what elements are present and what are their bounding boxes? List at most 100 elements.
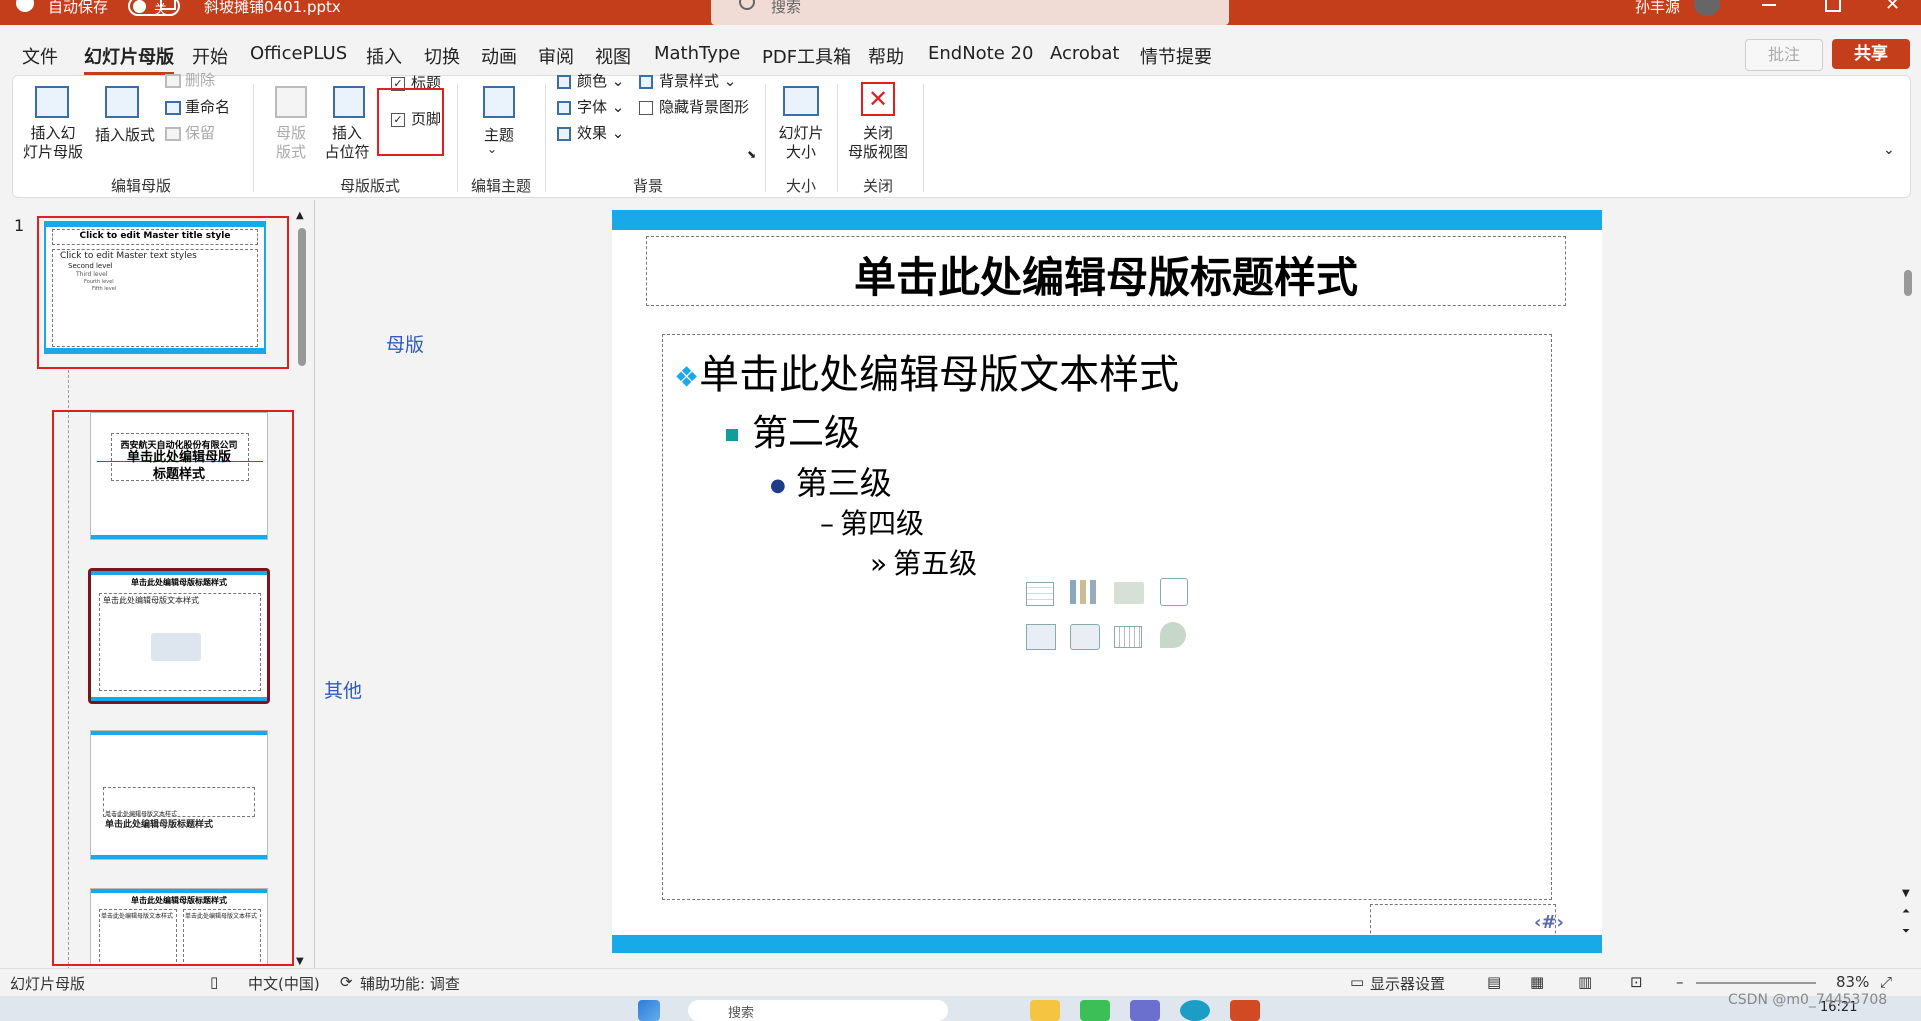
insert-3d-model-icon[interactable]: [1160, 578, 1188, 606]
notes-icon[interactable]: ▯: [210, 973, 218, 991]
slide-canvas[interactable]: 单击此处编辑母版标题样式 ❖单击此处编辑母版文本样式 第二级 ● 第三级 – 第四级…: [612, 210, 1602, 953]
file-name[interactable]: 斜坡摊铺0401.pptx: [204, 0, 341, 15]
tab-file[interactable]: 文件: [22, 43, 58, 69]
scroll-down-icon[interactable]: ▼: [296, 956, 304, 967]
restore-icon[interactable]: [1825, 0, 1841, 12]
insert-slide-master-button[interactable]: 插入幻 灯片母版: [23, 124, 83, 162]
hide-background-checkbox[interactable]: 隐藏背景图形: [639, 96, 749, 117]
annotation-box-layouts: [52, 410, 294, 966]
collapse-ribbon-icon[interactable]: ⌄: [1883, 142, 1895, 158]
search-box[interactable]: 搜索: [711, 0, 1229, 25]
tab-review[interactable]: 审阅: [538, 43, 574, 69]
search-placeholder: 搜索: [771, 0, 802, 16]
tab-help[interactable]: 帮助: [868, 43, 904, 69]
tab-mathtype[interactable]: MathType: [654, 43, 740, 64]
zoom-slider[interactable]: [1696, 982, 1816, 984]
insert-layout-button[interactable]: 插入版式: [93, 124, 157, 145]
insert-picture-icon[interactable]: [1026, 624, 1056, 650]
slide-size-button[interactable]: 幻灯片 大小: [773, 124, 829, 162]
insert-table-icon[interactable]: [1026, 582, 1054, 606]
pane-divider[interactable]: [314, 200, 315, 970]
insert-smartart-icon[interactable]: [1114, 582, 1144, 604]
delete-icon: [165, 73, 181, 88]
close-master-view-icon[interactable]: ✕: [861, 82, 895, 116]
master-layout-button[interactable]: 母版 版式: [267, 124, 315, 162]
share-button[interactable]: 共享: [1832, 39, 1910, 69]
slide-scrollbar[interactable]: ▼ ⏶ ⏷: [1902, 200, 1914, 968]
scroll-down-icon[interactable]: ▼: [1902, 888, 1910, 899]
avatar[interactable]: [1694, 0, 1720, 16]
minimize-icon[interactable]: [1762, 4, 1776, 6]
fonts-dropdown[interactable]: 字体 ⌄: [557, 96, 624, 117]
fit-to-window-icon[interactable]: ⤢: [1880, 973, 1892, 991]
slide-show-icon[interactable]: ⊡: [1630, 973, 1643, 991]
insert-video-icon[interactable]: [1114, 626, 1142, 648]
teams-icon[interactable]: [1130, 1000, 1160, 1021]
display-settings-label[interactable]: 显示器设置: [1370, 973, 1445, 994]
scroll-up-icon[interactable]: ▲: [296, 210, 304, 221]
wechat-icon[interactable]: [1080, 1000, 1110, 1021]
previous-slide-icon[interactable]: ⏶: [1902, 906, 1910, 917]
language-label[interactable]: 中文(中国): [248, 973, 320, 994]
tab-view[interactable]: 视图: [595, 43, 631, 69]
themes-icon[interactable]: [483, 86, 515, 118]
rename-button[interactable]: 重命名: [165, 96, 230, 117]
autosave-label: 自动保存: [48, 0, 109, 16]
insert-chart-icon[interactable]: [1070, 580, 1096, 604]
close-master-view-button[interactable]: 关闭 母版视图: [843, 124, 913, 162]
tab-acrobat[interactable]: Acrobat: [1050, 43, 1119, 64]
tab-transitions[interactable]: 切换: [424, 43, 460, 69]
insert-slide-master-icon[interactable]: [35, 86, 69, 118]
edge-icon[interactable]: [1180, 1000, 1210, 1021]
start-icon[interactable]: [638, 1000, 660, 1021]
themes-button[interactable]: 主题: [475, 124, 523, 145]
reading-view-icon[interactable]: ▥: [1578, 973, 1592, 991]
close-icon[interactable]: ✕: [1885, 0, 1900, 15]
hide-background-label: 隐藏背景图形: [659, 98, 750, 116]
tab-insert[interactable]: 插入: [366, 43, 402, 69]
slide-sorter-icon[interactable]: ▦: [1530, 973, 1544, 991]
tab-officeplus[interactable]: OfficePLUS: [250, 43, 347, 64]
chevron-down-icon[interactable]: ⌄: [487, 142, 497, 156]
colors-icon: [557, 74, 571, 89]
insert-layout-icon[interactable]: [105, 86, 139, 118]
zoom-out-icon[interactable]: –: [1676, 973, 1684, 991]
dialog-launcher-icon[interactable]: ⬊: [747, 148, 756, 161]
effects-dropdown[interactable]: 效果 ⌄: [557, 122, 624, 143]
user-name[interactable]: 孙丰源: [1635, 0, 1680, 15]
scrollbar-thumb[interactable]: [1904, 270, 1912, 296]
comments-button[interactable]: 批注: [1745, 39, 1823, 71]
zoom-level[interactable]: 83%: [1836, 973, 1869, 991]
slide-title[interactable]: 单击此处编辑母版标题样式: [646, 244, 1566, 305]
delete-button[interactable]: 删除: [165, 69, 215, 90]
accessibility-label[interactable]: 辅助功能: 调查: [360, 973, 460, 994]
folder-icon[interactable]: [1030, 1000, 1060, 1021]
thumbnail-scrollbar[interactable]: ▲ ▼: [296, 210, 308, 968]
next-slide-icon[interactable]: ⏷: [1902, 926, 1910, 937]
background-styles-dropdown[interactable]: 背景样式 ⌄: [639, 70, 736, 91]
preserve-button[interactable]: 保留: [165, 122, 215, 143]
level5-line: » 第五级: [870, 542, 977, 582]
tab-animations[interactable]: 动画: [481, 43, 517, 69]
colors-dropdown[interactable]: 颜色 ⌄: [557, 70, 624, 91]
tab-endnote[interactable]: EndNote 20: [928, 43, 1033, 64]
powerpoint-icon[interactable]: [1230, 1000, 1260, 1021]
normal-view-icon[interactable]: ▤: [1487, 973, 1501, 991]
accessibility-icon[interactable]: ⟳: [340, 973, 353, 991]
insert-icons-icon[interactable]: [1160, 622, 1186, 648]
tab-home[interactable]: 开始: [192, 43, 228, 69]
tab-storyboard[interactable]: 情节提要: [1140, 43, 1212, 69]
master-layout-icon[interactable]: [275, 86, 307, 118]
group-background-label: 背景: [632, 177, 663, 195]
save-icon[interactable]: [160, 0, 176, 10]
annotation-box-master: [37, 216, 289, 369]
insert-placeholder-button[interactable]: 插入 占位符: [319, 124, 375, 162]
display-settings-icon[interactable]: ▭: [1350, 973, 1364, 991]
scrollbar-thumb[interactable]: [298, 228, 306, 366]
tab-pdf-toolbox[interactable]: PDF工具箱: [762, 43, 851, 69]
tab-slide-master[interactable]: 幻灯片母版: [84, 43, 174, 75]
insert-stock-image-icon[interactable]: [1070, 624, 1100, 650]
insert-placeholder-icon[interactable]: [333, 86, 365, 118]
slide-size-icon[interactable]: [783, 86, 819, 116]
taskbar-search[interactable]: 搜索: [688, 1000, 948, 1021]
